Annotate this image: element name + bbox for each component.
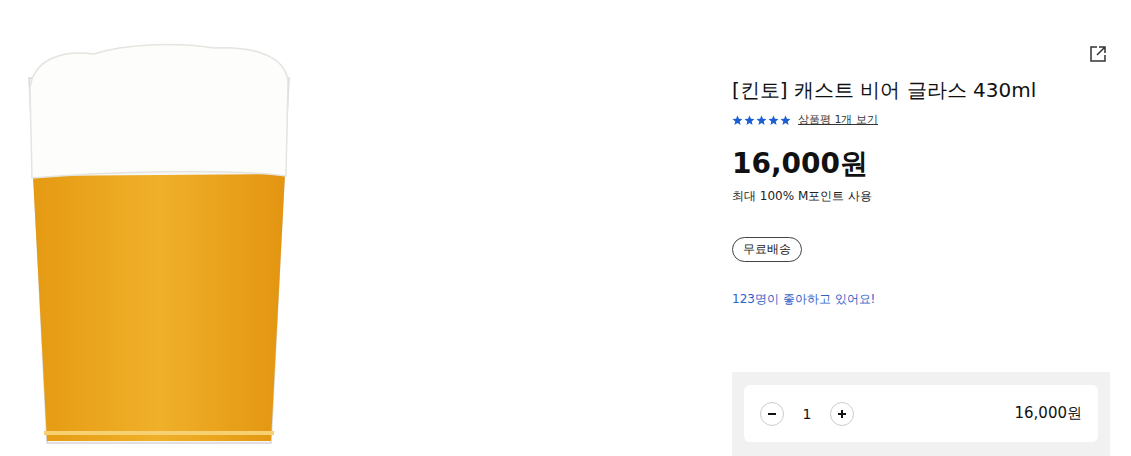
star-icon xyxy=(780,115,791,126)
points-note: 최대 100% M포인트 사용 xyxy=(732,188,1110,204)
minus-icon xyxy=(767,409,777,419)
quantity-row: 1 16,000원 xyxy=(744,385,1098,442)
star-icon xyxy=(768,115,779,126)
product-image-area xyxy=(0,0,732,456)
quantity-panel: 1 16,000원 xyxy=(732,372,1110,456)
total-price: 16,000원 xyxy=(1015,404,1083,423)
product-info: [킨토] 캐스트 비어 글라스 430ml상품평 1개 보기16,000원최대 … xyxy=(732,0,1110,456)
quantity-value[interactable]: 1 xyxy=(800,406,814,422)
increase-button[interactable] xyxy=(830,402,854,426)
price: 16,000원 xyxy=(732,147,1110,181)
shipping-badge: 무료배송 xyxy=(732,237,802,262)
star-icon xyxy=(732,115,743,126)
product-title: [킨토] 캐스트 비어 글라스 430ml xyxy=(732,77,1110,103)
beer-glass-image xyxy=(24,38,294,448)
badge-list: 무료배송 xyxy=(732,237,1110,262)
review-link[interactable]: 상품평 1개 보기 xyxy=(798,113,878,127)
decrease-button[interactable] xyxy=(760,402,784,426)
star-rating xyxy=(732,115,791,126)
star-icon xyxy=(744,115,755,126)
star-icon xyxy=(756,115,767,126)
share-icon[interactable] xyxy=(1088,44,1108,64)
plus-icon xyxy=(837,409,847,419)
rating-row: 상품평 1개 보기 xyxy=(732,113,1110,127)
likes-note: 123명이 좋아하고 있어요! xyxy=(732,291,1110,307)
product-page: [킨토] 캐스트 비어 글라스 430ml상품평 1개 보기16,000원최대 … xyxy=(0,0,1131,456)
